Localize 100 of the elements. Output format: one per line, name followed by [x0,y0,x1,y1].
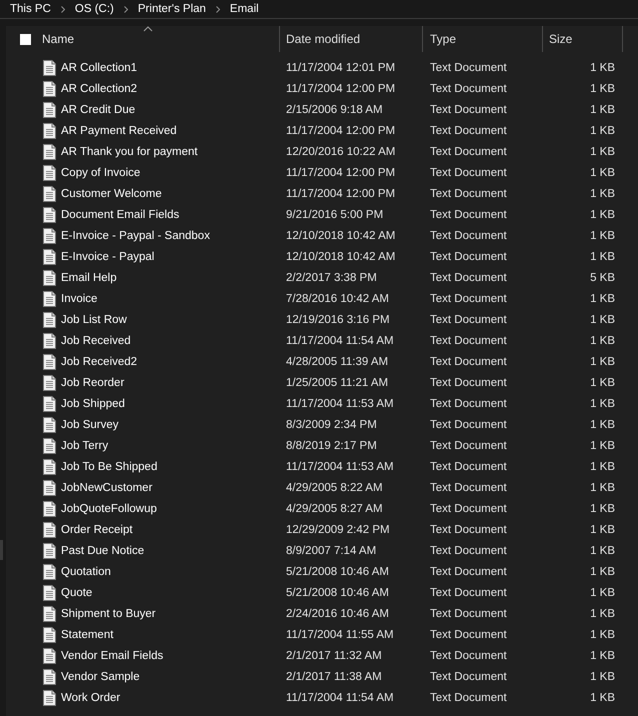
file-size-cell: 1 KB [590,82,615,94]
text-document-icon [43,102,56,118]
file-type-cell: Text Document [430,314,507,326]
breadcrumb-item[interactable]: Email [230,2,259,16]
file-type-cell: Text Document [430,524,507,536]
file-size-cell: 1 KB [590,544,615,556]
file-name[interactable]: Email Help [61,272,117,284]
file-name[interactable]: AR Collection2 [61,82,138,94]
date-modified-cell: 12/10/2018 10:42 AM [286,250,396,262]
text-document-icon [43,458,56,474]
date-modified-cell: 12/20/2016 10:22 AM [286,146,396,158]
file-name[interactable]: Job Reorder [61,376,124,388]
file-size-cell: 1 KB [590,208,615,220]
text-document-icon [43,164,56,180]
file-name[interactable]: Invoice [61,292,98,304]
file-name[interactable]: AR Thank you for payment [61,146,198,158]
file-size-cell: 1 KB [590,166,615,178]
file-size-cell: 1 KB [590,608,615,620]
file-name[interactable]: Job Received2 [61,356,138,368]
text-document-icon [43,626,56,642]
date-modified-cell: 4/29/2005 8:22 AM [286,482,383,494]
file-name[interactable]: Statement [61,628,114,640]
date-modified-cell: 2/15/2006 9:18 AM [286,104,383,116]
file-type-cell: Text Document [430,292,507,304]
file-name[interactable]: E-Invoice - Paypal [61,250,154,262]
file-type-cell: Text Document [430,356,507,368]
file-size-cell: 1 KB [590,502,615,514]
text-document-icon [43,354,56,370]
column-header[interactable]: Name [42,32,74,46]
date-modified-cell: 2/24/2016 10:46 AM [286,608,389,620]
text-document-icon [43,228,56,244]
file-name[interactable]: Vendor Email Fields [61,650,164,662]
text-document-icon [43,206,56,222]
breadcrumb-item[interactable]: OS (C:) [74,2,114,16]
file-name[interactable]: Work Order [61,692,120,704]
breadcrumb-item[interactable]: This PC [10,2,51,16]
date-modified-cell: 7/28/2016 10:42 AM [286,292,389,304]
text-document-icon [43,438,56,454]
file-type-cell: Text Document [430,650,507,662]
file-size-cell: 1 KB [590,188,615,200]
file-name[interactable]: Quotation [61,566,111,578]
date-modified-cell: 4/28/2005 11:39 AM [286,356,388,368]
text-document-icon [43,690,56,706]
date-modified-cell: 11/17/2004 12:00 PM [286,188,396,200]
file-size-cell: 1 KB [590,566,615,578]
date-modified-cell: 1/25/2005 11:21 AM [286,376,388,388]
text-document-icon [43,80,56,96]
date-modified-cell: 12/10/2018 10:42 AM [286,230,396,242]
column-header[interactable]: Type [430,32,456,46]
file-name[interactable]: Customer Welcome [61,188,162,200]
date-modified-cell: 2/1/2017 11:38 AM [286,670,382,682]
file-size-cell: 1 KB [590,104,615,116]
text-document-icon [43,500,56,516]
file-size-cell: 1 KB [590,146,615,158]
file-type-cell: Text Document [430,166,507,178]
file-name[interactable]: AR Payment Received [61,124,177,136]
breadcrumb-item[interactable]: Printer's Plan [138,2,206,16]
file-name[interactable]: Job To Be Shipped [61,460,158,472]
file-name[interactable]: Job Terry [61,440,108,452]
file-type-cell: Text Document [430,586,507,598]
file-type-cell: Text Document [430,230,507,242]
column-header[interactable]: Date modified [286,32,360,46]
text-document-icon [43,144,56,160]
select-all-checkbox[interactable] [20,34,31,44]
text-document-icon [43,332,56,348]
file-name[interactable]: Job List Row [61,314,127,326]
text-document-icon [43,186,56,202]
file-name[interactable]: Shipment to Buyer [61,608,156,620]
date-modified-cell: 11/17/2004 12:00 PM [286,124,396,136]
file-name[interactable]: Job Survey [61,418,119,430]
file-name[interactable]: Job Shipped [61,398,125,410]
file-type-cell: Text Document [430,208,507,220]
file-name[interactable]: Copy of Invoice [61,166,140,178]
file-size-cell: 1 KB [590,376,615,388]
file-name[interactable]: JobQuoteFollowup [61,502,157,514]
file-type-cell: Text Document [430,544,507,556]
text-document-icon [43,522,56,538]
file-type-cell: Text Document [430,146,507,158]
text-document-icon [43,270,56,286]
date-modified-cell: 11/17/2004 11:53 AM [286,460,394,472]
file-name[interactable]: Vendor Sample [61,670,140,682]
column-header[interactable]: Size [549,32,572,46]
file-type-cell: Text Document [430,82,507,94]
file-name[interactable]: AR Credit Due [61,104,136,116]
file-name[interactable]: E-Invoice - Paypal - Sandbox [61,230,210,242]
file-name[interactable]: Order Receipt [61,524,133,536]
file-name[interactable]: AR Collection1 [61,62,138,74]
file-name[interactable]: Document Email Fields [61,208,180,220]
file-name[interactable]: JobNewCustomer [61,482,152,494]
file-type-cell: Text Document [430,124,507,136]
file-type-cell: Text Document [430,628,507,640]
file-name[interactable]: Quote [61,586,92,598]
file-name[interactable]: Past Due Notice [61,544,144,556]
file-name[interactable]: Job Received [61,334,131,346]
file-size-cell: 1 KB [590,482,615,494]
file-size-cell: 1 KB [590,586,615,598]
date-modified-cell: 9/21/2016 5:00 PM [286,208,384,220]
file-type-cell: Text Document [430,566,507,578]
date-modified-cell: 8/9/2007 7:14 AM [286,544,376,556]
file-size-cell: 1 KB [590,650,615,662]
